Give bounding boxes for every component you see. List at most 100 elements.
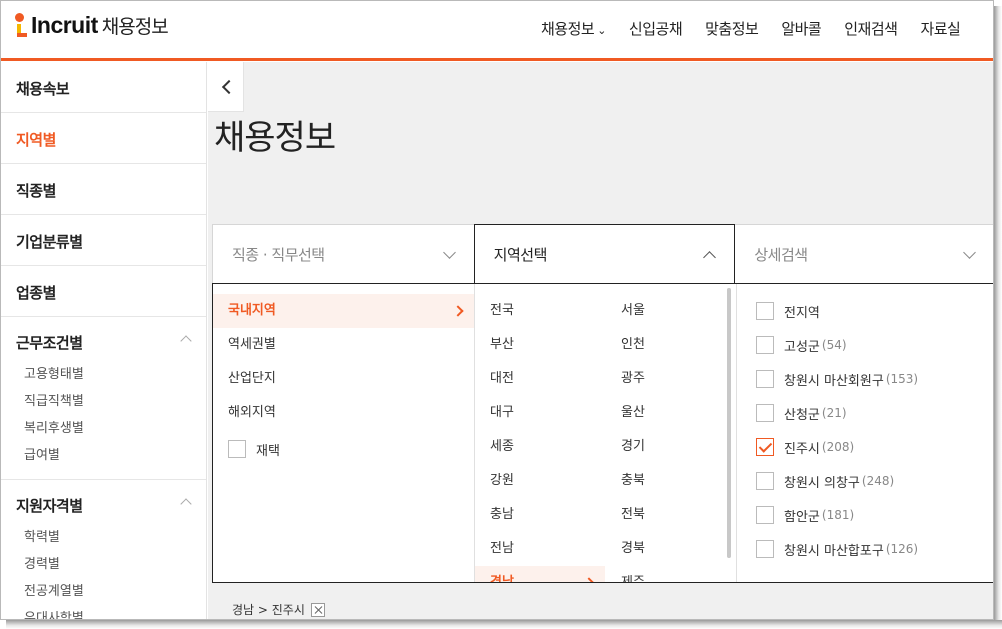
region-item[interactable]: 경기	[621, 430, 721, 464]
district-count: (21)	[821, 406, 847, 420]
district-checkbox-row[interactable]: 창원시 마산회원구 (153)	[741, 362, 993, 396]
district-checkbox[interactable]	[756, 506, 774, 524]
district-checkbox[interactable]	[756, 336, 774, 354]
region-type-station[interactable]: 역세권별	[213, 328, 474, 362]
chevron-down-icon: ⌄	[597, 24, 606, 37]
nav-item-talent[interactable]: 인재검색	[844, 18, 898, 39]
nav-item-newhire[interactable]: 신입공채	[629, 18, 683, 39]
sidebar-item-region[interactable]: 지역별	[1, 113, 206, 164]
district-name: 산청군	[784, 407, 820, 423]
district-name: 창원시 마산회원구	[784, 373, 884, 389]
sidebar-item-latest[interactable]: 채용속보	[1, 62, 206, 113]
selected-filter-crumb: 경남 > 진주시	[232, 601, 325, 618]
sidebar-item-job[interactable]: 직종별	[1, 164, 206, 215]
district-checkbox-row[interactable]: 산청군 (21)	[741, 396, 993, 430]
sidebar-sub-preference[interactable]: 우대사항별	[16, 605, 206, 619]
region-type-overseas[interactable]: 해외지역	[213, 396, 474, 430]
district-checkbox[interactable]	[756, 404, 774, 422]
sidebar-sub-major[interactable]: 전공계열별	[16, 578, 206, 605]
main-content: 채용정보 직종 · 직무선택 지역선택 상세검색 국내지역 역세권별 산업단지 …	[208, 62, 993, 619]
region-item[interactable]: 충남	[475, 498, 605, 532]
sidebar-group-head[interactable]: 근무조건별	[16, 332, 206, 353]
remove-filter-icon[interactable]	[310, 602, 325, 617]
region-item[interactable]: 대구	[475, 396, 605, 430]
sidebar-sub-career[interactable]: 경력별	[16, 551, 206, 578]
district-checkbox-row[interactable]: 진주시 (208)	[741, 430, 993, 464]
district-count: (248)	[861, 474, 895, 488]
site-header: Incruit 채용정보 채용정보 ⌄ 신입공채 맞춤정보 알바콜 인재검색 자료…	[1, 1, 993, 61]
nav-item-resources[interactable]: 자료실	[920, 18, 960, 39]
region-dropdown-panel: 국내지역 역세권별 산업단지 해외지역 재택 전국 서울부산 인천대전 광주대구 울산세…	[212, 283, 993, 583]
browser-frame: Incruit 채용정보 채용정보 ⌄ 신입공채 맞춤정보 알바콜 인재검색 자료…	[0, 0, 994, 620]
district-name: 진주시	[784, 441, 820, 457]
district-checkbox[interactable]	[756, 302, 774, 320]
district-name: 창원시 마산합포구	[784, 543, 884, 559]
region-list-column: 전국 서울부산 인천대전 광주대구 울산세종 경기강원 충북충남 전북전남 경북경남 제주	[475, 284, 737, 582]
region-item[interactable]: 강원	[475, 464, 605, 498]
region-item[interactable]: 부산	[475, 328, 605, 362]
selected-filter-text: 경남 > 진주시	[232, 603, 305, 617]
district-name: 창원시 의창구	[784, 475, 860, 491]
frame-shadow-right	[994, 6, 1002, 626]
sidebar-sub-employment-type[interactable]: 고용형태별	[16, 361, 206, 388]
nav-item-custom[interactable]: 맞춤정보	[705, 18, 759, 39]
region-type-column: 국내지역 역세권별 산업단지 해외지역 재택	[213, 284, 475, 582]
detail-search-select[interactable]: 상세검색	[735, 224, 993, 284]
remote-checkbox-row[interactable]: 재택	[213, 432, 474, 466]
region-type-industrial[interactable]: 산업단지	[213, 362, 474, 396]
back-button[interactable]	[208, 62, 244, 112]
sidebar-sub-welfare[interactable]: 복리후생별	[16, 415, 206, 442]
district-checkbox-row[interactable]: 전지역	[741, 294, 993, 328]
sidebar-sub-education[interactable]: 학력별	[16, 524, 206, 551]
region-type-domestic[interactable]: 국내지역	[213, 294, 474, 328]
region-item[interactable]: 경북	[621, 532, 721, 566]
district-name: 고성군	[784, 339, 820, 355]
district-checkbox[interactable]	[756, 438, 774, 456]
district-checkbox[interactable]	[756, 472, 774, 490]
region-item[interactable]: 전북	[621, 498, 721, 532]
region-item[interactable]: 경남	[475, 566, 605, 582]
nav-item-recruit[interactable]: 채용정보 ⌄	[541, 18, 606, 39]
region-item[interactable]: 전남	[475, 532, 605, 566]
sidebar-item-industry[interactable]: 업종별	[1, 266, 206, 317]
frame-shadow-bottom	[6, 620, 1002, 629]
nav-item-albacall[interactable]: 알바콜	[781, 18, 821, 39]
district-checkbox-row[interactable]: 창원시 마산합포구 (126)	[741, 532, 993, 566]
sidebar-group-conditions: 근무조건별 고용형태별 직급직책별 복리후생별 급여별	[1, 317, 206, 480]
region-item[interactable]: 울산	[621, 396, 721, 430]
district-name: 전지역	[784, 305, 820, 321]
district-list: 전지역 고성군 (54) 창원시 마산회원구 (153) 산청군 (21) 진주시 (208) 창…	[737, 284, 993, 566]
chevron-right-icon	[583, 577, 595, 582]
region-item[interactable]: 전국	[475, 294, 605, 328]
remote-checkbox[interactable]	[228, 440, 246, 458]
district-checkbox[interactable]	[756, 370, 774, 388]
job-select[interactable]: 직종 · 직무선택	[212, 224, 474, 284]
district-count: (181)	[821, 508, 855, 522]
sidebar-item-company-type[interactable]: 기업분류별	[1, 215, 206, 266]
district-checkbox[interactable]	[756, 540, 774, 558]
region-select[interactable]: 지역선택	[473, 224, 736, 284]
district-checkbox-row[interactable]: 함안군 (181)	[741, 498, 993, 532]
top-nav: 채용정보 ⌄ 신입공채 맞춤정보 알바콜 인재검색 자료실	[541, 18, 983, 39]
region-item[interactable]: 광주	[621, 362, 721, 396]
sidebar-group-head[interactable]: 지원자격별	[16, 495, 206, 516]
sidebar-sub-salary[interactable]: 급여별	[16, 442, 206, 469]
region-item[interactable]: 대전	[475, 362, 605, 396]
region-item[interactable]: 충북	[621, 464, 721, 498]
region-scrollbar[interactable]	[727, 288, 731, 558]
remote-label: 재택	[256, 443, 280, 459]
sidebar-sub-position[interactable]: 직급직책별	[16, 388, 206, 415]
district-checkbox-row[interactable]: 고성군 (54)	[741, 328, 993, 362]
region-item[interactable]: 인천	[621, 328, 721, 362]
logo-mark-icon	[15, 12, 29, 39]
region-item[interactable]: 제주	[621, 566, 721, 582]
region-item[interactable]: 서울	[621, 294, 721, 328]
district-count: (153)	[885, 372, 919, 386]
district-checkbox-row[interactable]: 창원시 의창구 (248)	[741, 464, 993, 498]
district-name: 함안군	[784, 509, 820, 525]
sidebar-group-qualifications: 지원자격별 학력별 경력별 전공계열별 우대사항별	[1, 480, 206, 619]
chevron-up-icon	[703, 251, 717, 264]
region-item[interactable]: 세종	[475, 430, 605, 464]
incruit-logo[interactable]: Incruit 채용정보	[15, 12, 169, 39]
scrollbar-thumb[interactable]	[727, 288, 731, 558]
